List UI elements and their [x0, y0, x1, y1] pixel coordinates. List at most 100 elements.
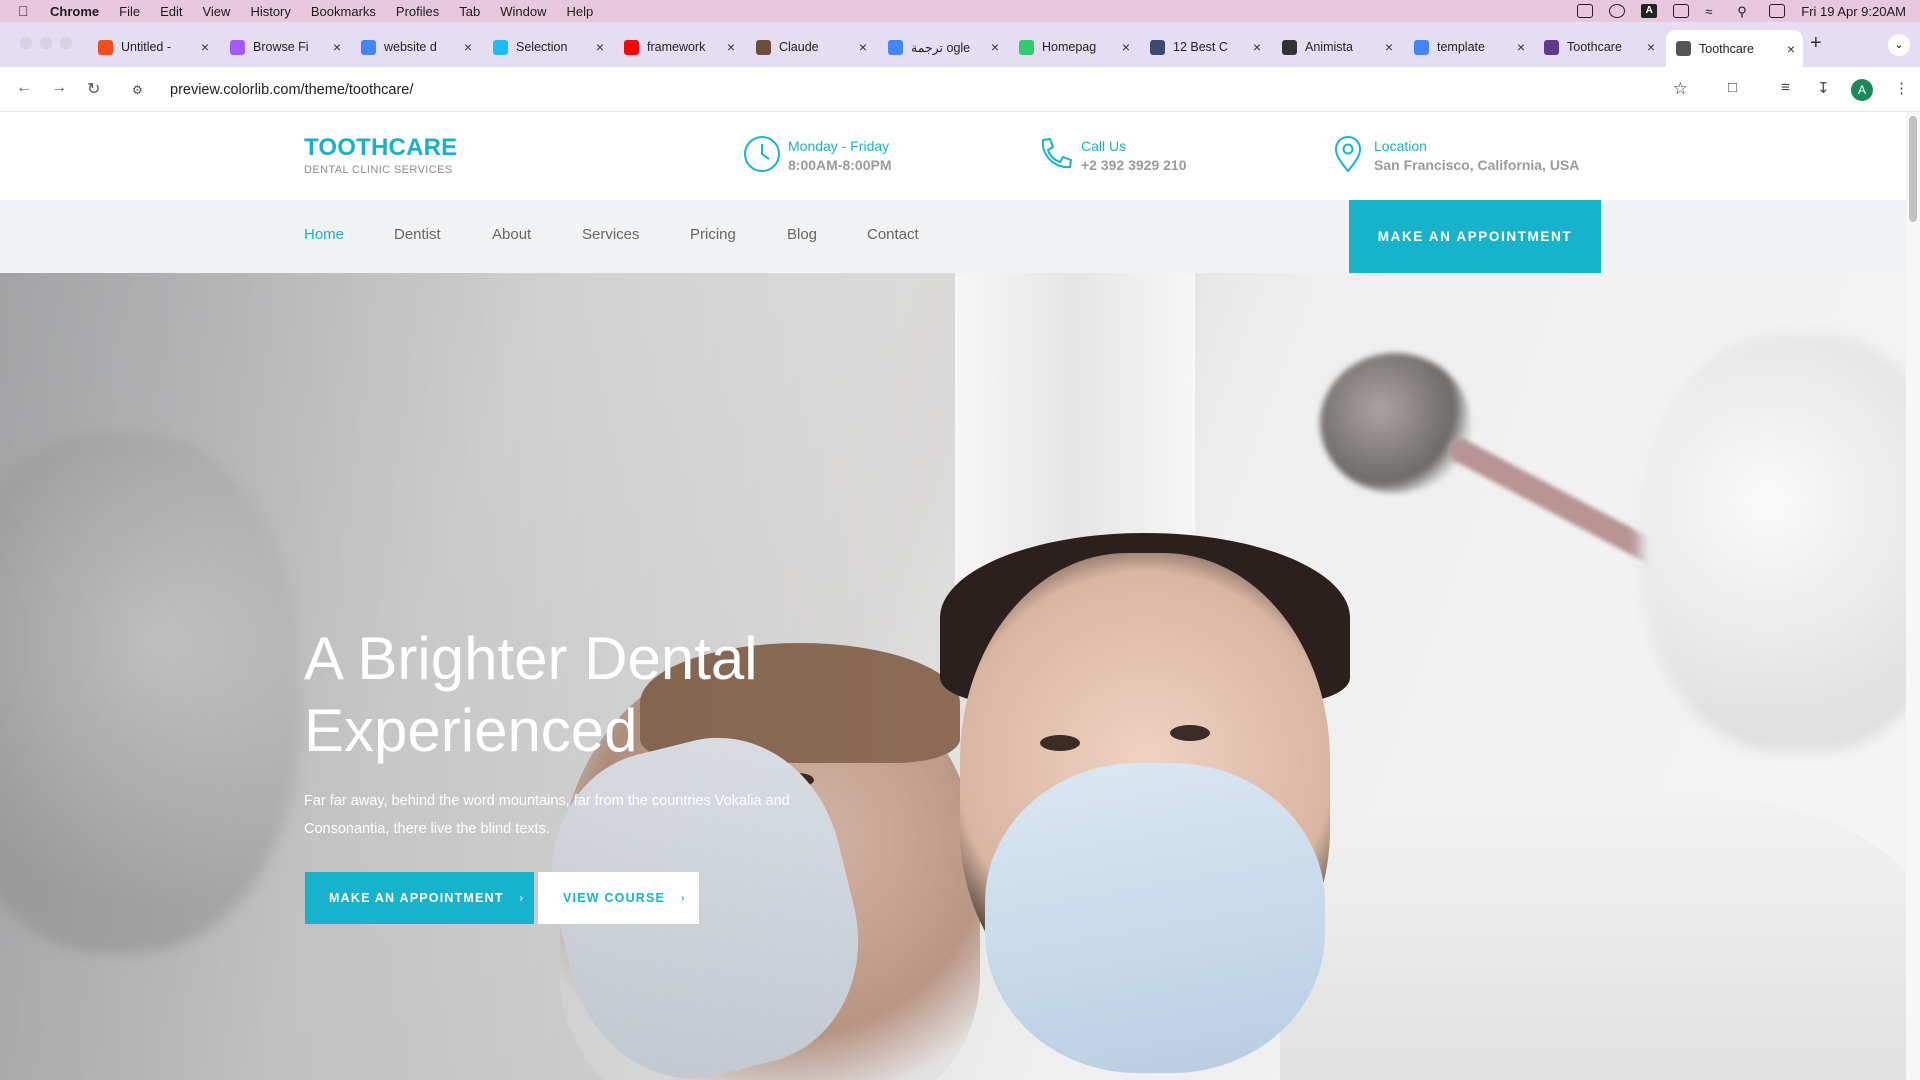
hero-coat — [1280, 793, 1906, 1080]
browser-tab-label: template — [1437, 40, 1485, 54]
hero-eye — [1040, 735, 1080, 751]
hero-title: A Brighter Dental Experienced — [304, 625, 758, 764]
menu-help[interactable]: Help — [567, 4, 594, 19]
nav-contact[interactable]: Contact — [867, 226, 919, 243]
arrow-right-icon: › — [519, 892, 525, 904]
menu-file[interactable]: File — [119, 4, 140, 19]
close-window-button[interactable] — [20, 37, 32, 49]
hero-make-appointment-button[interactable]: MAKE AN APPOINTMENT › — [305, 872, 534, 924]
hero-dental-lamp — [1320, 353, 1470, 493]
menu-window[interactable]: Window — [500, 4, 546, 19]
close-tab-icon[interactable]: × — [596, 39, 604, 55]
hours-value: 8:00AM-8:00PM — [788, 157, 892, 173]
menu-bookmarks[interactable]: Bookmarks — [311, 4, 376, 19]
nav-home[interactable]: Home — [304, 226, 344, 243]
arrow-right-icon: › — [681, 892, 686, 904]
youtube-icon — [624, 39, 639, 55]
nav-dentist[interactable]: Dentist — [394, 226, 441, 243]
figma-icon — [493, 39, 508, 55]
nav-services[interactable]: Services — [582, 226, 640, 243]
hero-primary-button-label: MAKE AN APPOINTMENT — [329, 891, 504, 905]
close-tab-icon[interactable]: × — [333, 39, 341, 55]
browser-tab-label: website d — [384, 40, 437, 54]
input-source-icon[interactable]: A — [1641, 4, 1658, 18]
reload-icon[interactable]: ↻ — [87, 79, 100, 99]
close-tab-icon[interactable]: × — [1517, 39, 1525, 55]
browser-tab[interactable]: Animista × — [1276, 30, 1401, 64]
browser-tab[interactable]: Toothcare × — [1666, 30, 1803, 67]
spotlight-search-icon[interactable]: ⚲ — [1737, 4, 1753, 19]
browser-tab[interactable]: Selection × — [487, 30, 612, 64]
close-tab-icon[interactable]: × — [1122, 39, 1130, 55]
download-icon[interactable]: ↧ — [1817, 79, 1830, 97]
site-settings-icon[interactable]: ⚙ — [132, 83, 152, 97]
make-appointment-button[interactable]: MAKE AN APPOINTMENT — [1349, 200, 1601, 273]
browser-tab[interactable]: template × — [1408, 30, 1533, 64]
play-icon[interactable] — [1609, 4, 1626, 18]
minimize-window-button[interactable] — [40, 37, 52, 49]
site-logo-title[interactable]: TOOTHCARE — [304, 134, 457, 162]
zoom-window-button[interactable] — [60, 37, 72, 49]
hero-view-course-button[interactable]: VIEW COURSE › — [538, 872, 699, 924]
close-tab-icon[interactable]: × — [1647, 39, 1655, 55]
hero-text: Far far away, behind the word mountains,… — [304, 793, 790, 837]
scrollbar-thumb[interactable] — [1909, 116, 1917, 222]
browser-tab-label: Untitled - — [121, 40, 172, 54]
browser-tab[interactable]: website d × — [355, 30, 480, 64]
close-tab-icon[interactable]: × — [1385, 39, 1393, 55]
page-scrollbar[interactable] — [1906, 112, 1920, 1080]
browser-tab[interactable]: Claude × — [750, 30, 875, 64]
close-tab-icon[interactable]: × — [1787, 41, 1795, 57]
menu-view[interactable]: View — [202, 4, 230, 19]
browser-tab[interactable]: 12 Best C × — [1144, 30, 1269, 64]
close-tab-icon[interactable]: × — [464, 39, 472, 55]
browser-tab[interactable]: Homepag × — [1013, 30, 1138, 64]
browser-tab-label: Homepag — [1042, 40, 1097, 54]
nav-pricing[interactable]: Pricing — [690, 226, 736, 243]
address-bar[interactable]: ⚙ preview.colorlib.com/theme/toothcare/ … — [126, 73, 1706, 107]
browser-tab[interactable]: framework × — [618, 30, 743, 64]
globe-icon — [1676, 41, 1691, 56]
browser-tab[interactable]: ترجمة ogle × — [882, 30, 1007, 64]
menu-tab[interactable]: Tab — [459, 4, 480, 19]
battery-icon[interactable] — [1673, 4, 1690, 18]
close-tab-icon[interactable]: × — [859, 39, 867, 55]
new-tab-button[interactable]: + — [1810, 32, 1822, 55]
back-arrow-icon[interactable]: ← — [16, 79, 32, 97]
menubar-clock[interactable]: Fri 19 Apr 9:20AM — [1801, 4, 1906, 19]
close-tab-icon[interactable]: × — [727, 39, 735, 55]
screenshot-icon[interactable] — [1577, 4, 1594, 18]
hours-label: Monday - Friday — [788, 138, 890, 154]
nav-blog[interactable]: Blog — [787, 226, 817, 243]
close-tab-icon[interactable]: × — [1253, 39, 1261, 55]
close-tab-icon[interactable]: × — [991, 39, 999, 55]
close-tab-icon[interactable]: × — [201, 39, 209, 55]
menu-edit[interactable]: Edit — [160, 4, 182, 19]
browser-tab-label: Toothcare — [1699, 41, 1754, 56]
hero-eye — [1170, 725, 1210, 741]
site-nav: Home Dentist About Services Pricing Blog… — [0, 200, 1906, 273]
browser-tab[interactable]: Browse Fi × — [224, 30, 349, 64]
phone-value[interactable]: +2 392 3929 210 — [1081, 157, 1187, 173]
address-url[interactable]: preview.colorlib.com/theme/toothcare/ — [170, 82, 413, 98]
extensions-icon[interactable]: □ — [1728, 79, 1737, 96]
tab-search-chevron-icon[interactable]: ⌄ — [1888, 34, 1910, 56]
browser-tab[interactable]: Untitled - × — [92, 30, 217, 64]
forward-arrow-icon[interactable]: → — [51, 79, 67, 97]
bookmark-star-icon[interactable]: ☆ — [1673, 79, 1688, 99]
browser-tab-label: Selection — [516, 40, 568, 54]
nav-about[interactable]: About — [492, 226, 531, 243]
control-center-icon[interactable] — [1769, 4, 1786, 18]
wifi-icon[interactable]: ≈ — [1705, 4, 1721, 19]
browser-tab[interactable]: Toothcare × — [1538, 30, 1663, 64]
menu-history[interactable]: History — [250, 4, 290, 19]
menu-app-chrome[interactable]: Chrome — [50, 4, 99, 19]
more-options-icon[interactable]: ⋮ — [1894, 79, 1909, 97]
reading-list-icon[interactable]: ≡ — [1781, 79, 1790, 96]
menu-profiles[interactable]: Profiles — [396, 4, 439, 19]
browser-tab-label: ترجمة ogle — [911, 40, 971, 55]
profile-avatar[interactable]: A — [1851, 79, 1873, 101]
leaf-icon — [1019, 39, 1034, 55]
colorlib-icon — [1544, 39, 1559, 55]
apple-icon[interactable]:  — [18, 3, 36, 19]
